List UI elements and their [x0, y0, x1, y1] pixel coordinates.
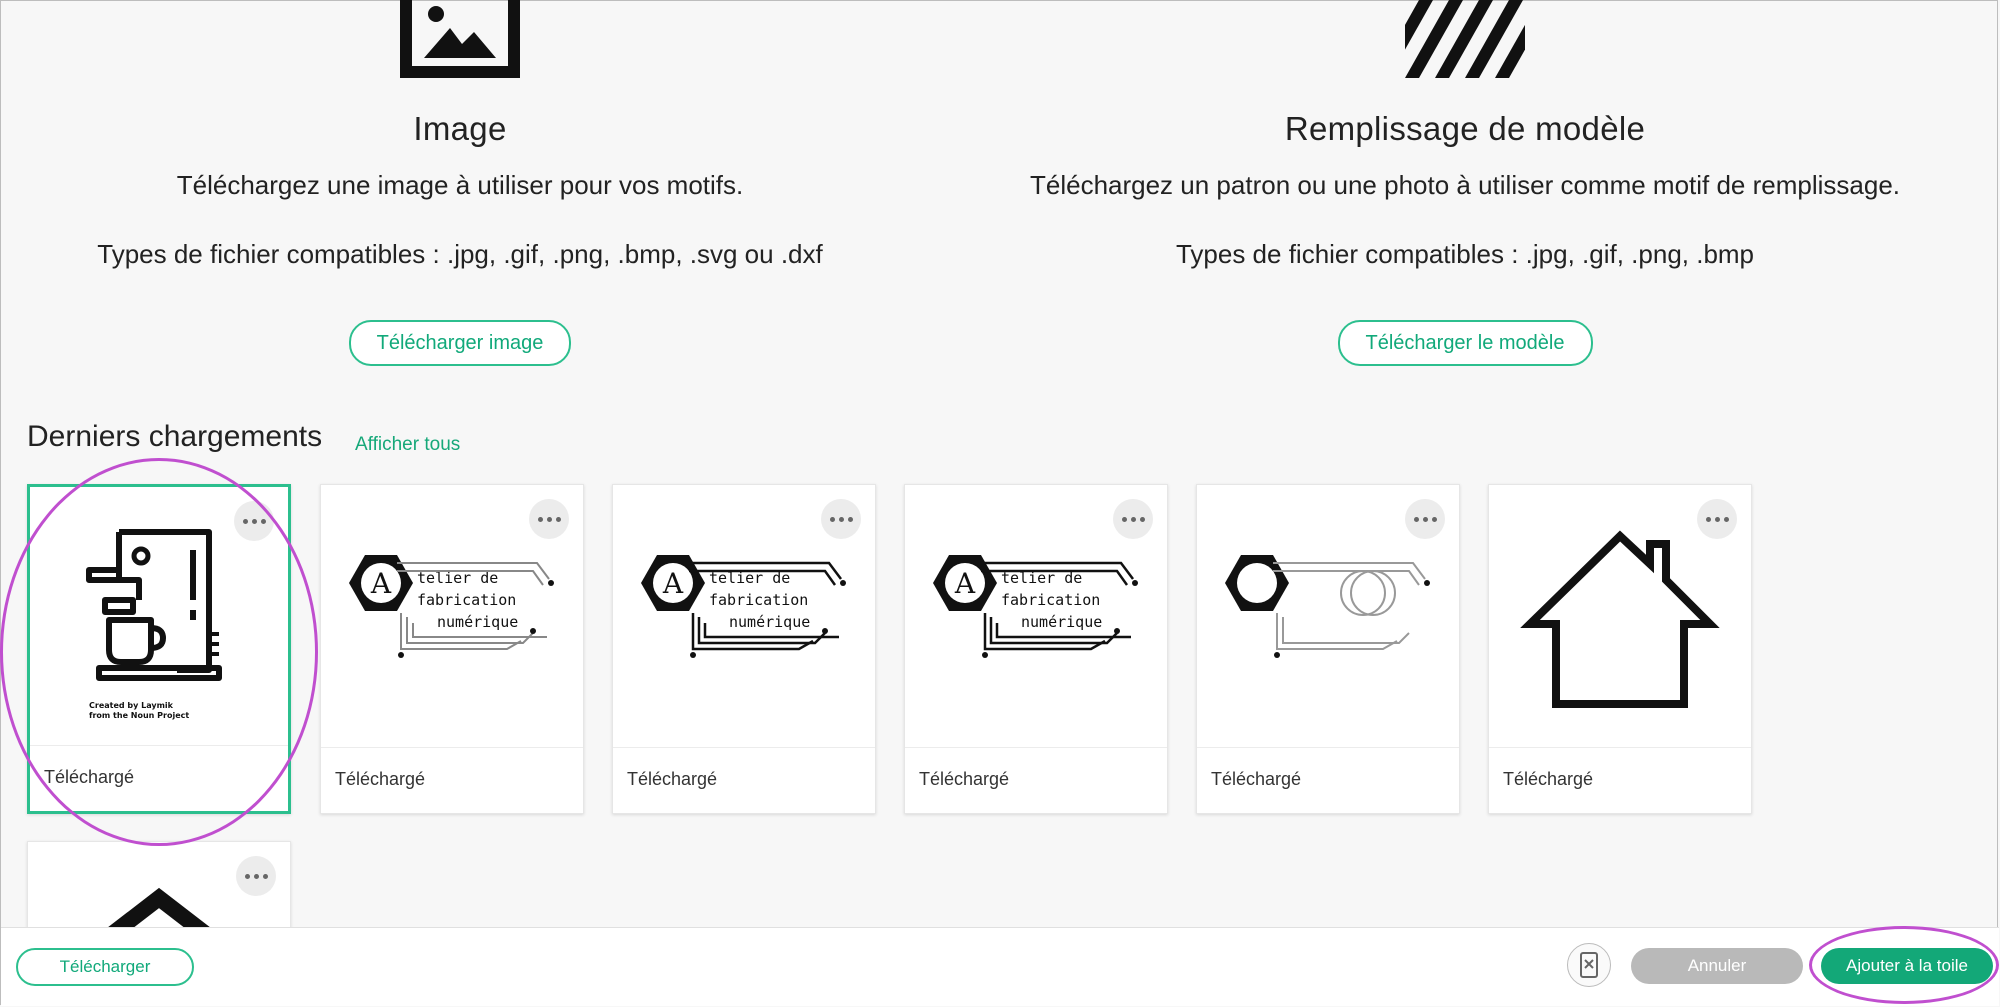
recent-uploads-title: Derniers chargements [27, 420, 323, 453]
card-1-more-options-icon[interactable] [234, 501, 274, 541]
card-4-logo-letter: A [954, 567, 976, 600]
cancel-button[interactable]: Annuler [1631, 948, 1803, 984]
pattern-title: Remplissage de modèle [1284, 110, 1646, 147]
pattern-file-types: Types de fichier compatibles : .jpg, .gi… [1175, 239, 1755, 269]
image-description: Téléchargez une image à utiliser pour vo… [176, 170, 744, 200]
card-3-logo-line-2: fabrication [709, 591, 808, 609]
card-7-more-options-icon[interactable] [236, 856, 276, 896]
card-6-more-options-icon[interactable] [1697, 499, 1737, 539]
card-3-logo-letter: A [662, 567, 684, 600]
material-settings-icon[interactable] [1567, 943, 1611, 987]
upload-pattern-button[interactable]: Télécharger le modèle [1337, 320, 1593, 366]
image-upload-section: Image Téléchargez une image à utiliser p… [40, 0, 880, 366]
card-6-label: Téléchargé [1489, 747, 1751, 813]
card-1-label: Téléchargé [30, 745, 288, 811]
card-4-label: Téléchargé [905, 747, 1167, 813]
card-2-logo-line-3: numérique [437, 613, 518, 631]
add-to-canvas-button[interactable]: Ajouter à la toile [1821, 948, 1993, 984]
card-4-more-options-icon[interactable] [1113, 499, 1153, 539]
card-5-more-options-icon[interactable] [1405, 499, 1445, 539]
card-2-more-options-icon[interactable] [529, 499, 569, 539]
upload-card-atelier-logo-1[interactable]: A telier de fabrication numérique Téléch… [320, 484, 584, 814]
card-3-label: Téléchargé [613, 747, 875, 813]
card-1-credit-line-2: from the Noun Project [89, 711, 189, 720]
card-4-logo-line-2: fabrication [1001, 591, 1100, 609]
image-title: Image [413, 110, 507, 147]
pattern-description: Téléchargez un patron ou une photo à uti… [1029, 170, 1901, 200]
upload-card-hexagon-circuit[interactable]: Téléchargé [1196, 484, 1460, 814]
card-2-logo-letter: A [370, 567, 392, 600]
image-icon [40, 0, 880, 80]
show-all-link[interactable]: Afficher tous [355, 434, 460, 456]
upload-button[interactable]: Télécharger [16, 948, 194, 986]
image-file-types: Types de fichier compatibles : .jpg, .gi… [97, 239, 823, 269]
upload-card-atelier-logo-2[interactable]: A telier de fabrication numérique Téléch… [612, 484, 876, 814]
card-3-logo-line-3: numérique [729, 613, 810, 631]
card-1-credit-line-1: Created by Laymik [89, 701, 174, 710]
bottom-action-bar: Télécharger Annuler Ajouter à la toile [1, 927, 1999, 1006]
upload-card-coffee-machine[interactable]: Created by Laymik from the Noun Project … [27, 484, 291, 814]
pattern-upload-section: Remplissage de modèle Téléchargez un pat… [985, 0, 1945, 366]
pattern-stripes-icon [985, 0, 1945, 80]
card-4-logo-line-3: numérique [1021, 613, 1102, 631]
upload-image-button[interactable]: Télécharger image [348, 320, 572, 366]
card-5-label: Téléchargé [1197, 747, 1459, 813]
upload-card-house[interactable]: Téléchargé [1488, 484, 1752, 814]
upload-card-atelier-logo-3[interactable]: A telier de fabrication numérique Téléch… [904, 484, 1168, 814]
card-2-label: Téléchargé [321, 747, 583, 813]
card-2-logo-line-2: fabrication [417, 591, 516, 609]
card-3-more-options-icon[interactable] [821, 499, 861, 539]
